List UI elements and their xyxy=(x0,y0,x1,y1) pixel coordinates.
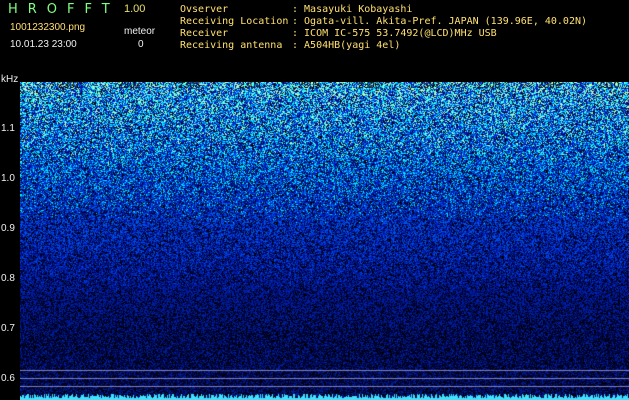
x-axis-label: 2304 xyxy=(239,80,262,91)
receiver-label: Receiver xyxy=(180,28,229,39)
x-axis-label: 2309 xyxy=(538,80,561,91)
x-axis-label: 2301 xyxy=(58,80,81,91)
x-axis-label: 2305 xyxy=(298,80,321,91)
frequency-unit-label: kHz xyxy=(1,74,19,85)
app-logo: HROFFT xyxy=(8,2,120,17)
y-axis-label: 0.8 xyxy=(1,273,15,284)
y-axis-label: 0.7 xyxy=(1,323,15,334)
y-axis-label: 1.1 xyxy=(1,123,15,134)
x-axis-label: 2308 xyxy=(478,80,501,91)
receiver-value: : ICOM IC-575 53.7492(@LCD)MHz USB xyxy=(292,28,497,39)
y-axis-label: 1.0 xyxy=(1,173,15,184)
location-label: Receiving Location xyxy=(180,16,289,27)
x-axis-label: 2310 xyxy=(597,80,620,91)
datetime-label: 10.01.23 23:00 xyxy=(10,39,77,50)
spectrogram-canvas xyxy=(20,82,629,400)
observer-value: : Masayuki Kobayashi xyxy=(292,4,413,15)
y-axis-label: 0.9 xyxy=(1,223,15,234)
antenna-value: : A504HB(yagi 4el) xyxy=(292,40,401,51)
observer-label: Ovserver xyxy=(180,4,229,15)
version-label: 1.00 xyxy=(124,3,146,15)
x-axis-label: 2303 xyxy=(178,80,201,91)
filename-label: 1001232300.png xyxy=(10,22,86,33)
x-axis-label: 2307 xyxy=(418,80,441,91)
x-axis-label: 2302 xyxy=(118,80,141,91)
location-value: : Ogata-vill. Akita-Pref. JAPAN (139.96E… xyxy=(292,16,588,27)
meteor-count: 0 xyxy=(138,39,144,50)
meteor-label: meteor xyxy=(124,26,156,37)
x-axis-label: 2306 xyxy=(358,80,381,91)
antenna-label: Receiving antenna xyxy=(180,40,283,51)
y-axis-label: 0.6 xyxy=(1,373,15,384)
